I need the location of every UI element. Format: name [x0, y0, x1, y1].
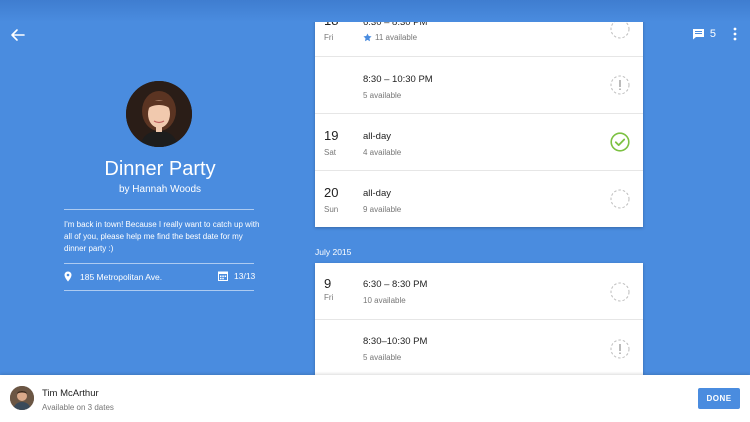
- dates-card-june: 18 Fri 6:30 – 8:30 PM 11 available 8:30 …: [315, 8, 643, 227]
- star-icon: [363, 33, 372, 42]
- more-vert-icon[interactable]: [732, 27, 738, 41]
- month-section-label: July 2015: [315, 247, 352, 257]
- availability: 9 available: [363, 205, 401, 214]
- location-text: 185 Metropolitan Ave.: [80, 271, 163, 282]
- event-location[interactable]: 185 Metropolitan Ave.: [64, 271, 162, 282]
- availability-text: 5 available: [363, 353, 402, 362]
- done-button[interactable]: DONE: [698, 388, 740, 409]
- availability: 11 available: [363, 33, 417, 42]
- time-slot: 8:30–10:30 PM: [363, 336, 428, 347]
- divider: [64, 290, 254, 291]
- event-description: I'm back in town! Because I really want …: [64, 220, 260, 253]
- event-host: by Hannah Woods: [118, 184, 202, 195]
- availability-text: 9 available: [363, 205, 402, 214]
- date-row[interactable]: 9 Fri 6:30 – 8:30 PM 10 available: [315, 263, 643, 320]
- response-count: 13/13: [218, 271, 255, 281]
- time-slot: all-day: [363, 131, 391, 142]
- date-row[interactable]: 8:30 – 10:30 PM 5 available: [315, 57, 643, 114]
- host-avatar: [126, 81, 192, 147]
- availability-text: 10 available: [363, 296, 406, 305]
- time-slot: 8:30 – 10:30 PM: [363, 74, 433, 85]
- comment-icon: [692, 29, 704, 40]
- availability-text: 5 available: [363, 91, 402, 100]
- availability: 5 available: [363, 91, 401, 100]
- dashed-circle-icon[interactable]: [610, 19, 630, 39]
- user-availability-summary: Available on 3 dates: [42, 403, 114, 412]
- top-actions: 5: [692, 27, 738, 41]
- exclamation-circle-icon[interactable]: [610, 75, 630, 95]
- status-bar-shade: [0, 0, 750, 22]
- comment-count: 5: [709, 28, 716, 40]
- divider: [64, 263, 254, 264]
- availability: 10 available: [363, 296, 406, 305]
- event-title: Dinner Party: [104, 158, 216, 180]
- date-weekday: Sun: [324, 205, 339, 214]
- divider: [64, 209, 254, 210]
- availability: 4 available: [363, 148, 401, 157]
- dashed-circle-icon[interactable]: [610, 189, 630, 209]
- back-arrow-icon[interactable]: [9, 28, 25, 42]
- host-avatar-image: [126, 81, 192, 147]
- map-pin-icon: [64, 271, 72, 282]
- user-avatar-image: [10, 386, 34, 410]
- time-slot: 6:30 – 8:30 PM: [363, 279, 428, 290]
- response-count-text: 13/13: [234, 271, 256, 281]
- exclamation-circle-icon[interactable]: [610, 339, 630, 359]
- date-row[interactable]: 19 Sat all-day 4 available: [315, 114, 643, 171]
- availability: 5 available: [363, 353, 401, 362]
- date-weekday: Sat: [324, 148, 337, 157]
- user-name: Tim McArthur: [42, 388, 99, 399]
- time-slot: all-day: [363, 188, 391, 199]
- date-weekday: Fri: [324, 33, 334, 42]
- date-weekday: Fri: [324, 293, 334, 302]
- dates-card-july: 9 Fri 6:30 – 8:30 PM 10 available 8:30–1…: [315, 263, 643, 375]
- date-row[interactable]: 20 Sun all-day 9 available: [315, 171, 643, 227]
- date-day: 9: [324, 276, 332, 291]
- user-response-bar: Tim McArthur Available on 3 dates DONE: [0, 375, 750, 422]
- comments-button[interactable]: 5: [692, 28, 716, 40]
- dashed-circle-icon[interactable]: [610, 282, 630, 302]
- availability-text: 4 available: [363, 148, 402, 157]
- calendar-icon: [218, 271, 228, 281]
- check-circle-icon[interactable]: [610, 132, 630, 152]
- date-day: 20: [324, 185, 339, 200]
- user-avatar: [10, 386, 34, 410]
- availability-text: 11 available: [375, 33, 418, 42]
- date-day: 19: [324, 128, 339, 143]
- date-row[interactable]: 8:30–10:30 PM 5 available: [315, 320, 643, 375]
